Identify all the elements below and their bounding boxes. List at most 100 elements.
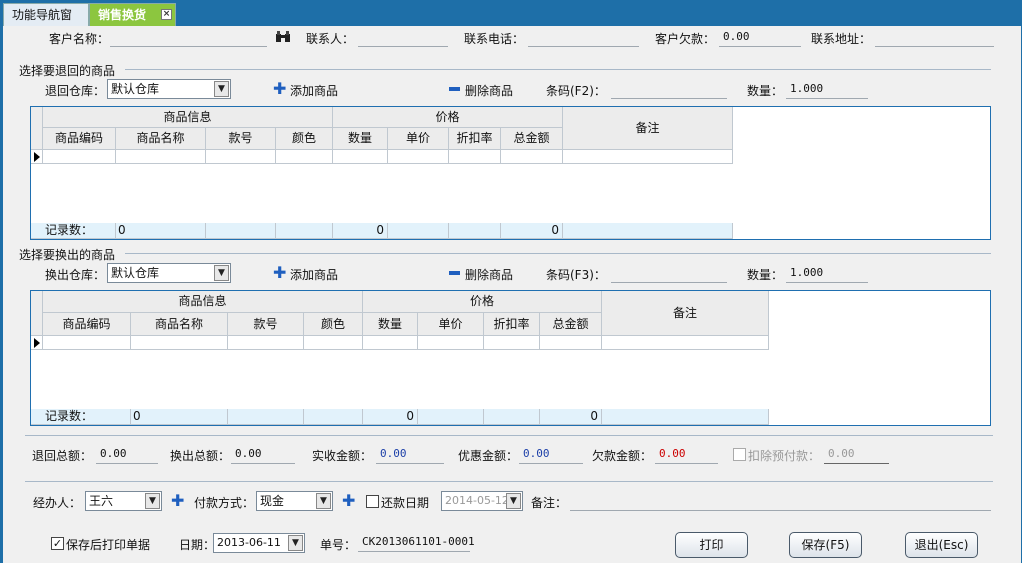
table-cell[interactable] bbox=[501, 150, 563, 164]
chevron-down-icon[interactable]: ▼ bbox=[214, 81, 229, 97]
chevron-down-icon[interactable]: ▼ bbox=[145, 493, 160, 509]
chevron-down-icon[interactable]: ▼ bbox=[214, 265, 229, 281]
col-style-no: 款号 bbox=[228, 313, 304, 336]
tab-function-nav[interactable]: 功能导航窗口 bbox=[3, 3, 89, 44]
repay-date-picker[interactable]: 2014-05-12 ▼ bbox=[441, 491, 523, 511]
owed-amount-label: 欠款金额： bbox=[592, 449, 653, 463]
handler-value: 王六 bbox=[89, 494, 114, 508]
exit-button[interactable]: 退出(Esc) bbox=[905, 532, 978, 558]
customer-name-label: 客户名称： bbox=[49, 32, 110, 46]
table-cell[interactable] bbox=[131, 336, 228, 350]
handler-select[interactable]: 王六 ▼ bbox=[85, 491, 162, 511]
col-goods-name: 商品名称 bbox=[116, 128, 206, 150]
footer-cell bbox=[276, 223, 333, 239]
table-cell[interactable] bbox=[206, 150, 276, 164]
col-goods-name: 商品名称 bbox=[131, 313, 228, 336]
col-color: 颜色 bbox=[304, 313, 363, 336]
col-style-no: 款号 bbox=[206, 128, 276, 150]
table-cell[interactable] bbox=[563, 150, 733, 164]
return-barcode-input[interactable] bbox=[611, 80, 727, 99]
footer-cell bbox=[602, 409, 769, 425]
table-cell[interactable] bbox=[418, 336, 484, 350]
col-unit-price: 单价 bbox=[418, 313, 484, 336]
add-icon[interactable]: ✚ bbox=[273, 265, 286, 281]
return-delete-goods-button[interactable]: 删除商品 bbox=[465, 82, 513, 99]
exchange-delete-goods-button[interactable]: 删除商品 bbox=[465, 266, 513, 283]
discount-amount-label: 优惠金额： bbox=[458, 449, 519, 463]
repay-date-checkbox[interactable] bbox=[366, 495, 379, 508]
exchange-warehouse-select[interactable]: 默认仓库 ▼ bbox=[107, 263, 231, 283]
return-warehouse-select[interactable]: 默认仓库 ▼ bbox=[107, 79, 231, 99]
binoculars-icon[interactable] bbox=[275, 31, 291, 43]
divider bbox=[25, 481, 993, 482]
table-cell[interactable] bbox=[388, 150, 449, 164]
address-label: 联系地址： bbox=[811, 32, 872, 46]
table-cell[interactable] bbox=[540, 336, 602, 350]
return-total-field: 0.00 bbox=[96, 445, 158, 464]
payment-method-label: 付款方式： bbox=[194, 496, 255, 510]
date-picker[interactable]: 2013-06-11 ▼ bbox=[213, 533, 305, 553]
table-cell[interactable] bbox=[276, 150, 333, 164]
return-goods-grid[interactable]: 商品信息 价格 备注 商品编码 商品名称 款号 颜色 数量 单价 折扣率 总金额… bbox=[30, 106, 991, 240]
repay-date-label: 还款日期 bbox=[381, 496, 430, 510]
minus-icon[interactable] bbox=[449, 271, 460, 275]
footer-cell bbox=[418, 409, 484, 425]
customer-debt-label: 客户欠款： bbox=[655, 32, 716, 46]
footer-cell bbox=[228, 409, 304, 425]
return-qty-input[interactable]: 1.000 bbox=[786, 80, 868, 99]
footer-cell bbox=[484, 409, 540, 425]
phone-field[interactable] bbox=[528, 28, 639, 47]
table-cell[interactable] bbox=[449, 150, 501, 164]
row-selector[interactable] bbox=[31, 150, 43, 164]
table-cell[interactable] bbox=[333, 150, 388, 164]
customer-name-field[interactable] bbox=[110, 28, 267, 47]
contact-field[interactable] bbox=[358, 28, 448, 47]
close-tab-icon[interactable]: × bbox=[161, 9, 172, 20]
discount-amount-input[interactable]: 0.00 bbox=[519, 445, 583, 464]
table-cell[interactable] bbox=[304, 336, 363, 350]
print-after-save-checkbox[interactable]: ✓ bbox=[51, 537, 64, 550]
table-cell[interactable] bbox=[363, 336, 418, 350]
footer-cell bbox=[449, 223, 501, 239]
group-price: 价格 bbox=[363, 291, 602, 313]
add-payment-method-icon[interactable]: ✚ bbox=[342, 493, 355, 509]
table-cell[interactable] bbox=[602, 336, 769, 350]
chevron-down-icon[interactable]: ▼ bbox=[288, 535, 303, 551]
footer-count-label: 记录数： bbox=[31, 409, 131, 425]
footer-qty-sum: 0 bbox=[363, 409, 418, 425]
table-cell[interactable] bbox=[228, 336, 304, 350]
order-no-field: CK2013061101-0001 bbox=[358, 533, 475, 552]
received-amount-input[interactable]: 0.00 bbox=[376, 445, 444, 464]
exchange-add-goods-button[interactable]: 添加商品 bbox=[290, 266, 338, 283]
table-cell[interactable] bbox=[43, 336, 131, 350]
add-icon[interactable]: ✚ bbox=[273, 81, 286, 97]
exchange-barcode-input[interactable] bbox=[611, 264, 727, 283]
address-field[interactable] bbox=[875, 28, 994, 47]
row-header-corner bbox=[31, 291, 43, 336]
col-quantity: 数量 bbox=[363, 313, 418, 336]
payment-method-select[interactable]: 现金 ▼ bbox=[256, 491, 333, 511]
date-value: 2013-06-11 bbox=[217, 536, 281, 549]
add-handler-icon[interactable]: ✚ bbox=[171, 493, 184, 509]
save-button[interactable]: 保存(F5) bbox=[789, 532, 862, 558]
note-input[interactable] bbox=[570, 492, 991, 511]
group-goods-info: 商品信息 bbox=[43, 107, 333, 128]
table-cell[interactable] bbox=[116, 150, 206, 164]
exchange-qty-input[interactable]: 1.000 bbox=[786, 264, 868, 283]
chevron-down-icon[interactable]: ▼ bbox=[506, 493, 521, 509]
minus-icon[interactable] bbox=[449, 87, 460, 91]
current-row-icon bbox=[34, 152, 40, 162]
group-goods-info: 商品信息 bbox=[43, 291, 363, 313]
col-goods-code: 商品编码 bbox=[43, 313, 131, 336]
table-cell[interactable] bbox=[484, 336, 540, 350]
chevron-down-icon[interactable]: ▼ bbox=[316, 493, 331, 509]
print-button[interactable]: 打印 bbox=[675, 532, 748, 558]
return-add-goods-button[interactable]: 添加商品 bbox=[290, 82, 338, 99]
table-cell[interactable] bbox=[43, 150, 116, 164]
return-qty-label: 数量： bbox=[747, 84, 784, 98]
row-selector[interactable] bbox=[31, 336, 43, 350]
footer-cell bbox=[304, 409, 363, 425]
deduct-prepay-checkbox[interactable] bbox=[733, 448, 746, 461]
row-header-corner bbox=[31, 107, 43, 150]
exchange-goods-grid[interactable]: 商品信息 价格 备注 商品编码 商品名称 款号 颜色 数量 单价 折扣率 总金额… bbox=[30, 290, 991, 426]
